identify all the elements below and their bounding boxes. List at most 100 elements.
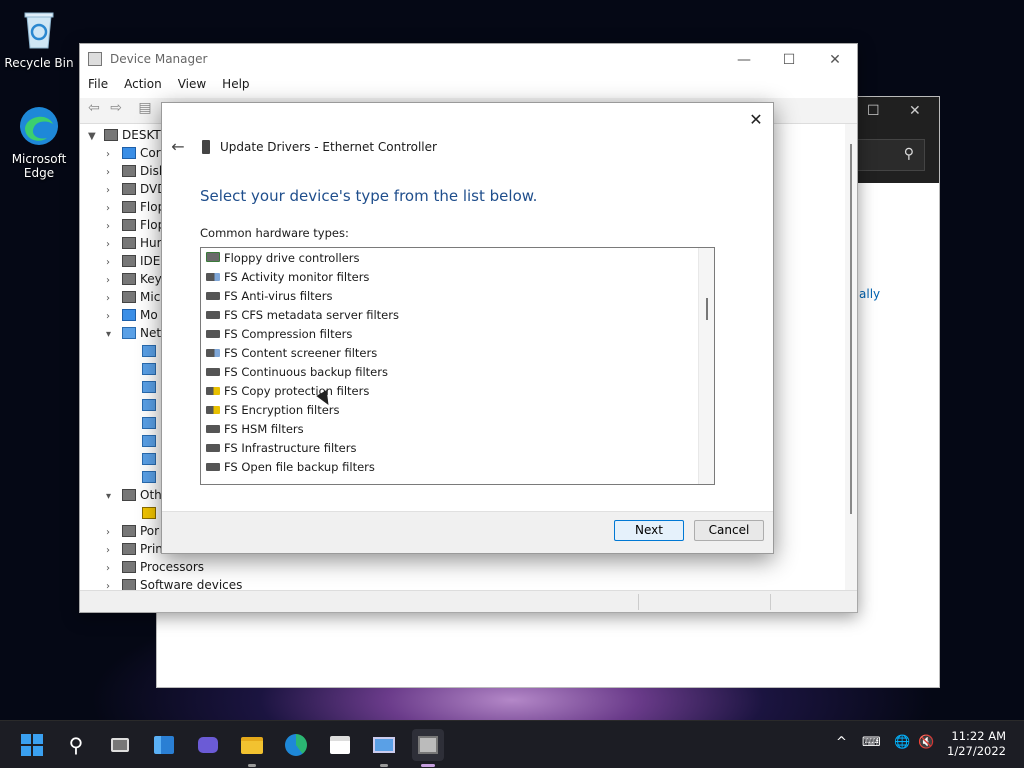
tree-child[interactable] xyxy=(138,380,160,398)
tree-child[interactable] xyxy=(138,470,160,488)
back-arrow-icon[interactable]: ← xyxy=(168,137,188,157)
tree-node[interactable]: › Flop xyxy=(106,218,165,236)
tree-child[interactable] xyxy=(138,362,160,380)
desktop-icon-label: Microsoft Edge xyxy=(11,152,67,180)
tree-node[interactable]: › Prin xyxy=(106,542,163,560)
tree-node[interactable]: › Cor xyxy=(106,146,161,164)
network-icon[interactable]: 🌐 xyxy=(894,735,910,750)
bg-close-button[interactable]: ✕ xyxy=(909,103,921,119)
bg-maximize-button[interactable]: ☐ xyxy=(867,103,880,119)
task-view-button[interactable] xyxy=(104,729,136,761)
file-explorer-icon xyxy=(241,736,263,754)
list-item[interactable]: FS Continuous backup filters xyxy=(206,363,388,382)
expand-icon[interactable]: › xyxy=(106,239,118,250)
list-item[interactable]: FS Compression filters xyxy=(206,325,352,344)
expand-icon[interactable]: › xyxy=(106,563,118,574)
close-button[interactable]: ✕ xyxy=(812,48,858,72)
collapse-icon[interactable]: ▼ xyxy=(88,131,100,142)
list-item[interactable]: FS Copy protection filters xyxy=(206,382,369,401)
list-item[interactable]: FS Content screener filters xyxy=(206,344,377,363)
list-item[interactable]: Floppy drive controllers xyxy=(206,249,360,268)
expand-icon[interactable]: › xyxy=(106,221,118,232)
start-button[interactable] xyxy=(16,729,48,761)
desktop-icon-recycle-bin[interactable]: Recycle Bin xyxy=(4,8,74,70)
keyboard-icon[interactable]: ⌨ xyxy=(862,735,881,750)
expand-icon[interactable]: › xyxy=(106,527,118,538)
tree-node[interactable]: ▾ Oth xyxy=(106,488,162,506)
tree-node[interactable]: ▾ Net xyxy=(106,326,161,344)
device-manager-taskbar-button[interactable] xyxy=(412,729,444,767)
expand-icon[interactable]: › xyxy=(106,203,118,214)
bg-search-box[interactable]: ⚲ xyxy=(855,139,925,171)
list-item[interactable]: FS Activity monitor filters xyxy=(206,268,369,287)
menu-file[interactable]: File xyxy=(80,74,116,94)
menu-action[interactable]: Action xyxy=(116,74,170,94)
tree-node[interactable]: › Mic xyxy=(106,290,160,308)
expand-icon[interactable]: › xyxy=(106,545,118,556)
menu-help[interactable]: Help xyxy=(214,74,257,94)
dialog-close-button[interactable]: ✕ xyxy=(745,109,767,131)
list-item[interactable]: FS Infrastructure filters xyxy=(206,439,356,458)
control-panel-icon xyxy=(373,737,395,753)
maximize-button[interactable]: ☐ xyxy=(766,48,812,72)
desktop-icon-edge[interactable]: Microsoft Edge xyxy=(4,104,74,180)
collapse-icon[interactable]: ▾ xyxy=(106,329,118,340)
tree-node[interactable]: › Flop xyxy=(106,200,165,218)
expand-icon[interactable]: › xyxy=(106,311,118,322)
tree-node[interactable]: › IDE xyxy=(106,254,160,272)
list-item[interactable]: FS HSM filters xyxy=(206,420,304,439)
widgets-button[interactable] xyxy=(148,729,180,761)
expand-icon[interactable]: › xyxy=(106,581,118,590)
dvd-icon xyxy=(122,183,136,195)
tree-child[interactable] xyxy=(138,344,160,362)
sound-icon[interactable]: 🔇 xyxy=(918,735,934,750)
expand-icon[interactable]: › xyxy=(106,185,118,196)
clock[interactable]: 11:22 AM 1/27/2022 xyxy=(947,729,1006,759)
menu-view[interactable]: View xyxy=(170,74,214,94)
tree-node[interactable]: › Software devices xyxy=(106,578,242,590)
tree-node[interactable]: › Mo xyxy=(106,308,158,326)
expand-icon[interactable]: › xyxy=(106,149,118,160)
forward-arrow-icon[interactable]: ⇨ xyxy=(110,100,122,116)
cancel-button[interactable]: Cancel xyxy=(694,520,764,541)
store-button[interactable] xyxy=(324,729,356,761)
edge-taskbar-button[interactable] xyxy=(280,729,312,761)
tree-node[interactable]: › Processors xyxy=(106,560,204,578)
tree-root[interactable]: ▼ DESKTO xyxy=(88,128,170,146)
tree-node[interactable]: › Por xyxy=(106,524,159,542)
list-item[interactable]: FS Open file backup filters xyxy=(206,458,375,477)
properties-icon[interactable]: ▤ xyxy=(138,100,151,116)
tray-chevron-icon[interactable]: ^ xyxy=(836,735,847,750)
list-scrollbar[interactable] xyxy=(698,248,714,484)
list-item[interactable]: FS Encryption filters xyxy=(206,401,340,420)
bg-window-titlebar: ☐ ✕ xyxy=(855,97,939,127)
tree-child[interactable] xyxy=(138,416,160,434)
next-button[interactable]: Next xyxy=(614,520,684,541)
control-panel-button[interactable] xyxy=(368,729,400,767)
file-explorer-button[interactable] xyxy=(236,729,268,767)
scrollbar-thumb[interactable] xyxy=(706,298,708,320)
scrollbar-thumb[interactable] xyxy=(850,144,852,514)
tree-node[interactable]: › Hur xyxy=(106,236,162,254)
back-arrow-icon[interactable]: ⇦ xyxy=(88,100,100,116)
tree-node[interactable]: › DVD xyxy=(106,182,166,200)
tree-child-warning[interactable] xyxy=(138,506,160,524)
tree-node[interactable]: › Key xyxy=(106,272,162,290)
expand-icon[interactable]: › xyxy=(106,275,118,286)
expand-icon[interactable]: › xyxy=(106,257,118,268)
expand-icon[interactable]: › xyxy=(106,167,118,178)
chat-button[interactable] xyxy=(192,729,224,761)
minimize-button[interactable]: — xyxy=(721,48,767,72)
tree-child[interactable] xyxy=(138,398,160,416)
search-button[interactable]: ⚲ xyxy=(60,729,92,761)
expand-icon[interactable]: › xyxy=(106,293,118,304)
tree-child[interactable] xyxy=(138,452,160,470)
tree-node[interactable]: › Disk xyxy=(106,164,166,182)
collapse-icon[interactable]: ▾ xyxy=(106,491,118,502)
list-item[interactable]: FS Anti-virus filters xyxy=(206,287,332,306)
tree-scrollbar[interactable] xyxy=(845,124,857,590)
list-item[interactable]: FS CFS metadata server filters xyxy=(206,306,399,325)
bg-link[interactable]: ally xyxy=(859,287,880,301)
tree-child[interactable] xyxy=(138,434,160,452)
hardware-types-list[interactable]: Floppy drive controllers FS Activity mon… xyxy=(200,247,715,485)
